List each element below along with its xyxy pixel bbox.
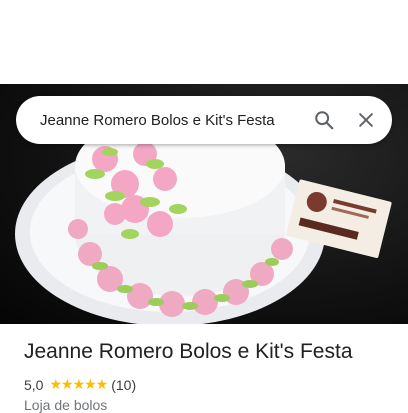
star-rating-icons: ★★★★★ [49, 376, 108, 392]
rating-value: 5,0 [24, 376, 44, 393]
search-input[interactable]: Jeanne Romero Bolos e Kit's Festa [40, 112, 306, 129]
search-icon[interactable] [306, 102, 342, 138]
blank-header-area [0, 0, 408, 84]
place-title: Jeanne Romero Bolos e Kit's Festa [24, 340, 353, 363]
place-category[interactable]: Loja de bolos [24, 397, 107, 413]
search-bar[interactable]: Jeanne Romero Bolos e Kit's Festa [16, 96, 392, 144]
close-icon[interactable] [348, 102, 384, 138]
rating-row: 5,0 ★★★★★ (10) [24, 376, 136, 393]
review-count[interactable]: (10) [111, 377, 136, 393]
